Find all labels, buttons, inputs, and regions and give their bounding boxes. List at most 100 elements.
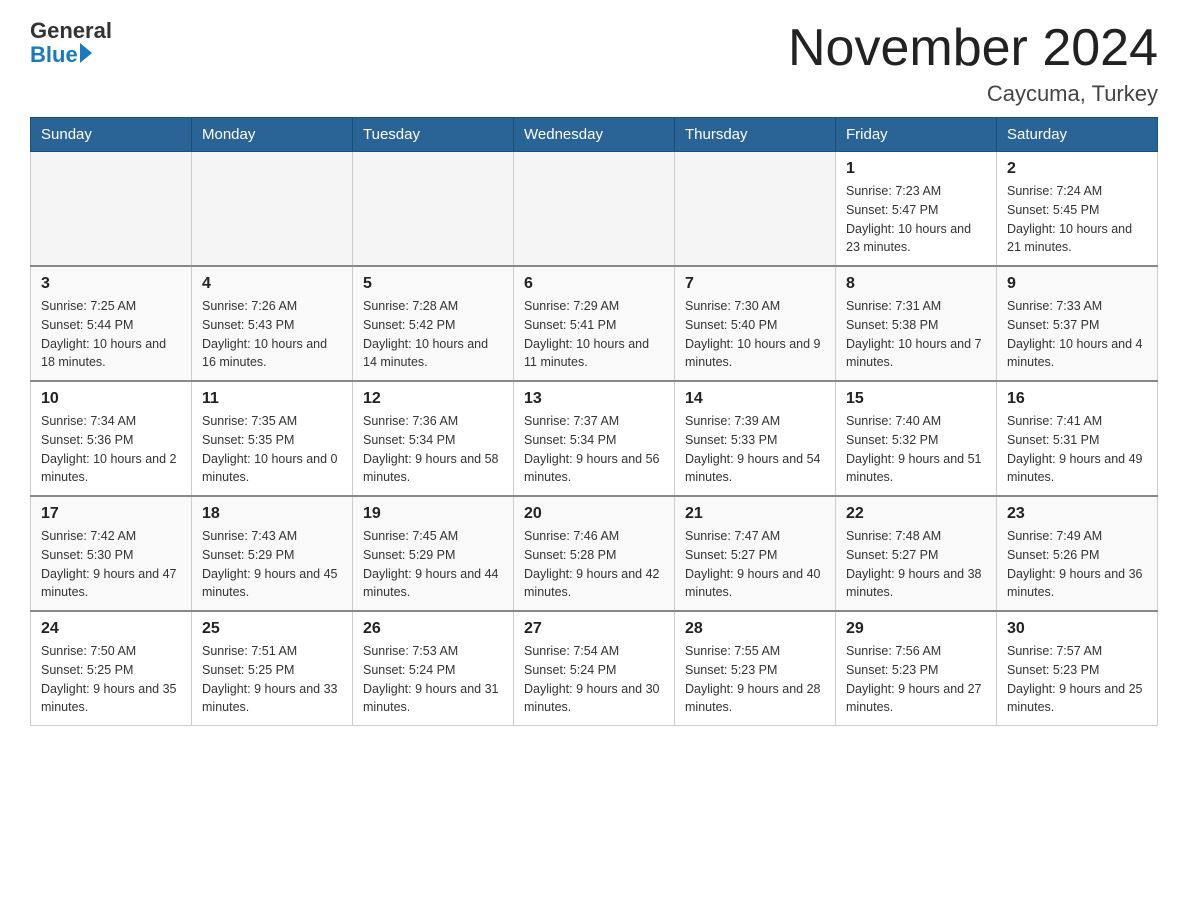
calendar-cell [192, 152, 353, 267]
day-number: 29 [846, 620, 986, 638]
calendar-cell: 1 Sunrise: 7:23 AMSunset: 5:47 PMDaylight… [836, 152, 997, 267]
calendar-cell: 13 Sunrise: 7:37 AMSunset: 5:34 PMDayligh… [514, 381, 675, 496]
day-number: 4 [202, 275, 342, 293]
calendar-cell: 3Sunrise: 7:25 AMSunset: 5:44 PMDaylight… [31, 266, 192, 381]
calendar-cell: 20 Sunrise: 7:46 AMSunset: 5:28 PMDayligh… [514, 496, 675, 611]
day-number: 28 [685, 620, 825, 638]
day-info: Sunrise: 7:42 AMSunset: 5:30 PMDaylight:… [41, 527, 181, 602]
logo-general-text: General [30, 20, 112, 42]
day-info: Sunrise: 7:29 AMSunset: 5:41 PMDaylight:… [524, 297, 664, 372]
calendar-cell: 26Sunrise: 7:53 AMSunset: 5:24 PMDayligh… [353, 611, 514, 726]
calendar-cell: 12Sunrise: 7:36 AMSunset: 5:34 PMDayligh… [353, 381, 514, 496]
location-text: Caycuma, Turkey [788, 81, 1158, 107]
day-number: 1 [846, 160, 986, 178]
logo-triangle-icon [80, 43, 92, 63]
calendar-cell: 17Sunrise: 7:42 AMSunset: 5:30 PMDayligh… [31, 496, 192, 611]
calendar-cell: 14Sunrise: 7:39 AMSunset: 5:33 PMDayligh… [675, 381, 836, 496]
calendar-cell: 2 Sunrise: 7:24 AMSunset: 5:45 PMDaylight… [997, 152, 1158, 267]
calendar-cell: 25 Sunrise: 7:51 AMSunset: 5:25 PMDayligh… [192, 611, 353, 726]
calendar-cell: 6 Sunrise: 7:29 AMSunset: 5:41 PMDaylight… [514, 266, 675, 381]
day-info: Sunrise: 7:56 AMSunset: 5:23 PMDaylight:… [846, 642, 986, 717]
day-info: Sunrise: 7:37 AMSunset: 5:34 PMDaylight:… [524, 412, 664, 487]
day-number: 30 [1007, 620, 1147, 638]
day-info: Sunrise: 7:50 AMSunset: 5:25 PMDaylight:… [41, 642, 181, 717]
calendar-cell [31, 152, 192, 267]
calendar-cell: 5 Sunrise: 7:28 AMSunset: 5:42 PMDaylight… [353, 266, 514, 381]
day-number: 6 [524, 275, 664, 293]
calendar-cell [514, 152, 675, 267]
logo: General Blue [30, 20, 112, 68]
day-info: Sunrise: 7:31 AMSunset: 5:38 PMDaylight:… [846, 297, 986, 372]
day-number: 7 [685, 275, 825, 293]
day-info: Sunrise: 7:23 AMSunset: 5:47 PMDaylight:… [846, 182, 986, 257]
calendar-cell: 8 Sunrise: 7:31 AMSunset: 5:38 PMDaylight… [836, 266, 997, 381]
weekday-header-wednesday: Wednesday [514, 118, 675, 152]
day-info: Sunrise: 7:45 AMSunset: 5:29 PMDaylight:… [363, 527, 503, 602]
calendar-cell: 11Sunrise: 7:35 AMSunset: 5:35 PMDayligh… [192, 381, 353, 496]
weekday-header-saturday: Saturday [997, 118, 1158, 152]
day-info: Sunrise: 7:26 AMSunset: 5:43 PMDaylight:… [202, 297, 342, 372]
day-number: 19 [363, 505, 503, 523]
calendar-cell: 22Sunrise: 7:48 AMSunset: 5:27 PMDayligh… [836, 496, 997, 611]
calendar-cell: 4 Sunrise: 7:26 AMSunset: 5:43 PMDaylight… [192, 266, 353, 381]
calendar-cell: 23 Sunrise: 7:49 AMSunset: 5:26 PMDayligh… [997, 496, 1158, 611]
day-number: 5 [363, 275, 503, 293]
day-info: Sunrise: 7:36 AMSunset: 5:34 PMDaylight:… [363, 412, 503, 487]
day-info: Sunrise: 7:33 AMSunset: 5:37 PMDaylight:… [1007, 297, 1147, 372]
calendar-cell: 15Sunrise: 7:40 AMSunset: 5:32 PMDayligh… [836, 381, 997, 496]
calendar-cell [675, 152, 836, 267]
day-info: Sunrise: 7:55 AMSunset: 5:23 PMDaylight:… [685, 642, 825, 717]
calendar-cell: 7Sunrise: 7:30 AMSunset: 5:40 PMDaylight… [675, 266, 836, 381]
calendar-table: SundayMondayTuesdayWednesdayThursdayFrid… [30, 117, 1158, 726]
day-number: 22 [846, 505, 986, 523]
day-number: 27 [524, 620, 664, 638]
day-info: Sunrise: 7:24 AMSunset: 5:45 PMDaylight:… [1007, 182, 1147, 257]
weekday-header-row: SundayMondayTuesdayWednesdayThursdayFrid… [31, 118, 1158, 152]
calendar-cell: 16 Sunrise: 7:41 AMSunset: 5:31 PMDayligh… [997, 381, 1158, 496]
day-number: 8 [846, 275, 986, 293]
day-info: Sunrise: 7:35 AMSunset: 5:35 PMDaylight:… [202, 412, 342, 487]
weekday-header-thursday: Thursday [675, 118, 836, 152]
day-number: 20 [524, 505, 664, 523]
calendar-cell: 29 Sunrise: 7:56 AMSunset: 5:23 PMDayligh… [836, 611, 997, 726]
calendar-cell [353, 152, 514, 267]
day-number: 13 [524, 390, 664, 408]
calendar-cell: 21Sunrise: 7:47 AMSunset: 5:27 PMDayligh… [675, 496, 836, 611]
day-number: 9 [1007, 275, 1147, 293]
day-info: Sunrise: 7:57 AMSunset: 5:23 PMDaylight:… [1007, 642, 1147, 717]
title-block: November 2024 Caycuma, Turkey [788, 20, 1158, 107]
day-info: Sunrise: 7:51 AMSunset: 5:25 PMDaylight:… [202, 642, 342, 717]
day-number: 24 [41, 620, 181, 638]
day-info: Sunrise: 7:54 AMSunset: 5:24 PMDaylight:… [524, 642, 664, 717]
calendar-week-row: 17Sunrise: 7:42 AMSunset: 5:30 PMDayligh… [31, 496, 1158, 611]
calendar-cell: 24 Sunrise: 7:50 AMSunset: 5:25 PMDayligh… [31, 611, 192, 726]
day-number: 23 [1007, 505, 1147, 523]
day-number: 14 [685, 390, 825, 408]
page-header: General Blue November 2024 Caycuma, Turk… [30, 20, 1158, 107]
calendar-cell: 27 Sunrise: 7:54 AMSunset: 5:24 PMDayligh… [514, 611, 675, 726]
day-info: Sunrise: 7:25 AMSunset: 5:44 PMDaylight:… [41, 297, 181, 372]
calendar-cell: 18 Sunrise: 7:43 AMSunset: 5:29 PMDayligh… [192, 496, 353, 611]
day-info: Sunrise: 7:53 AMSunset: 5:24 PMDaylight:… [363, 642, 503, 717]
day-info: Sunrise: 7:49 AMSunset: 5:26 PMDaylight:… [1007, 527, 1147, 602]
day-info: Sunrise: 7:43 AMSunset: 5:29 PMDaylight:… [202, 527, 342, 602]
day-info: Sunrise: 7:46 AMSunset: 5:28 PMDaylight:… [524, 527, 664, 602]
calendar-cell: 10 Sunrise: 7:34 AMSunset: 5:36 PMDayligh… [31, 381, 192, 496]
day-number: 16 [1007, 390, 1147, 408]
day-info: Sunrise: 7:34 AMSunset: 5:36 PMDaylight:… [41, 412, 181, 487]
day-info: Sunrise: 7:41 AMSunset: 5:31 PMDaylight:… [1007, 412, 1147, 487]
day-number: 15 [846, 390, 986, 408]
calendar-week-row: 1 Sunrise: 7:23 AMSunset: 5:47 PMDaylight… [31, 152, 1158, 267]
day-number: 2 [1007, 160, 1147, 178]
day-info: Sunrise: 7:28 AMSunset: 5:42 PMDaylight:… [363, 297, 503, 372]
weekday-header-monday: Monday [192, 118, 353, 152]
day-info: Sunrise: 7:47 AMSunset: 5:27 PMDaylight:… [685, 527, 825, 602]
calendar-cell: 19 Sunrise: 7:45 AMSunset: 5:29 PMDayligh… [353, 496, 514, 611]
day-number: 18 [202, 505, 342, 523]
day-number: 25 [202, 620, 342, 638]
calendar-cell: 30 Sunrise: 7:57 AMSunset: 5:23 PMDayligh… [997, 611, 1158, 726]
month-title: November 2024 [788, 20, 1158, 77]
calendar-cell: 9 Sunrise: 7:33 AMSunset: 5:37 PMDaylight… [997, 266, 1158, 381]
weekday-header-sunday: Sunday [31, 118, 192, 152]
day-number: 10 [41, 390, 181, 408]
